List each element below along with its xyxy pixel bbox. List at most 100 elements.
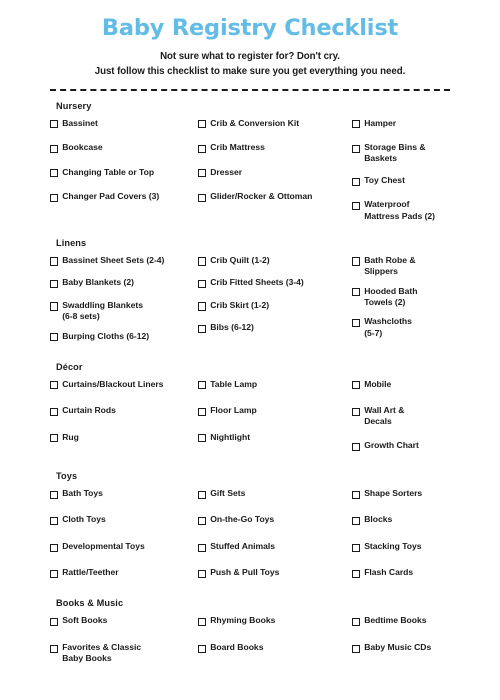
checklist-item[interactable]: Bath Toys — [50, 488, 198, 502]
checkbox-icon[interactable] — [198, 434, 207, 443]
checkbox-icon[interactable] — [198, 490, 207, 499]
checklist-item[interactable]: Gift Sets — [198, 488, 352, 502]
checklist-item[interactable]: Table Lamp — [198, 379, 352, 393]
checklist-item[interactable]: Curtains/Blackout Liners — [50, 379, 198, 393]
checklist-item[interactable]: Glider/Rocker & Ottoman — [198, 191, 352, 205]
checklist-item[interactable]: Growth Chart — [352, 440, 450, 454]
checkbox-icon[interactable] — [198, 279, 207, 289]
checklist-item[interactable]: Mobile — [352, 379, 450, 393]
checkbox-icon[interactable] — [198, 324, 207, 334]
checklist-item[interactable]: Storage Bins & Baskets — [352, 142, 450, 164]
checklist-item[interactable]: Rug — [50, 432, 198, 446]
checkbox-icon[interactable] — [50, 570, 59, 579]
checklist-item[interactable]: Hooded Bath Towels (2) — [352, 286, 450, 308]
checklist-item[interactable]: Changing Table or Top — [50, 167, 198, 181]
checkbox-icon[interactable] — [352, 618, 361, 627]
checkbox-icon[interactable] — [198, 570, 207, 579]
checklist-item[interactable]: Flash Cards — [352, 567, 450, 581]
checklist-item[interactable]: Blocks — [352, 514, 450, 528]
checklist-item[interactable]: Bath Robe & Slippers — [352, 255, 450, 277]
checklist-item[interactable]: Crib & Conversion Kit — [198, 118, 352, 132]
checklist-item[interactable]: Burping Cloths (6-12) — [50, 331, 198, 345]
checkbox-icon[interactable] — [50, 490, 59, 499]
checkbox-icon[interactable] — [50, 279, 59, 289]
checkbox-icon[interactable] — [352, 490, 361, 499]
checkbox-icon[interactable] — [352, 570, 361, 579]
checkbox-icon[interactable] — [198, 302, 207, 311]
checklist-item[interactable]: Washcloths (5-7) — [352, 316, 450, 338]
checklist-item[interactable]: Shape Sorters — [352, 488, 450, 502]
checkbox-icon[interactable] — [198, 644, 207, 653]
checkbox-icon[interactable] — [352, 319, 361, 328]
checkbox-icon[interactable] — [50, 120, 59, 129]
checklist-item[interactable]: Push & Pull Toys — [198, 567, 352, 581]
checkbox-icon[interactable] — [50, 517, 59, 526]
checkbox-icon[interactable] — [198, 543, 207, 552]
checkbox-icon[interactable] — [50, 434, 59, 443]
checklist-item[interactable]: Developmental Toys — [50, 541, 198, 555]
checklist-item[interactable]: Nightlight — [198, 432, 352, 446]
checkbox-icon[interactable] — [198, 144, 207, 153]
checkbox-icon[interactable] — [50, 381, 59, 390]
checkbox-icon[interactable] — [198, 407, 207, 416]
checkbox-icon[interactable] — [352, 257, 361, 266]
checklist-item[interactable]: Wall Art & Decals — [352, 405, 450, 427]
checkbox-icon[interactable] — [50, 407, 59, 416]
checkbox-icon[interactable] — [352, 517, 361, 526]
checkbox-icon[interactable] — [50, 302, 59, 311]
checklist-item[interactable]: Rattle/Teether — [50, 567, 198, 581]
checklist-item[interactable]: Stuffed Animals — [198, 541, 352, 555]
checklist-item[interactable]: Crib Quilt (1-2) — [198, 255, 352, 269]
checklist-item[interactable]: Toy Chest — [352, 175, 450, 189]
checkbox-icon[interactable] — [352, 407, 361, 416]
checklist-item[interactable]: Floor Lamp — [198, 405, 352, 419]
checklist-item[interactable]: Favorites & Classic Baby Books — [50, 642, 198, 664]
checkbox-icon[interactable] — [352, 202, 361, 211]
checklist-item[interactable]: Bassinet Sheet Sets (2-4) — [50, 255, 198, 269]
checklist-item[interactable]: Bassinet — [50, 118, 198, 132]
checklist-item[interactable]: Stacking Toys — [352, 541, 450, 555]
checkbox-icon[interactable] — [198, 193, 207, 202]
checklist-item[interactable]: Bibs (6-12) — [198, 322, 352, 336]
checklist-item[interactable]: Hamper — [352, 118, 450, 132]
checklist-item[interactable]: Crib Fitted Sheets (3-4) — [198, 277, 352, 291]
checklist-item[interactable]: Rhyming Books — [198, 615, 352, 629]
checkbox-icon[interactable] — [352, 644, 361, 653]
checkbox-icon[interactable] — [198, 169, 207, 178]
checklist-item[interactable]: Baby Music CDs — [352, 642, 450, 656]
checkbox-icon[interactable] — [50, 543, 59, 552]
checkbox-icon[interactable] — [352, 288, 361, 297]
checklist-item[interactable]: Waterproof Mattress Pads (2) — [352, 199, 450, 221]
checkbox-icon[interactable] — [352, 120, 361, 129]
checkbox-icon[interactable] — [352, 177, 361, 186]
checklist-item[interactable]: Curtain Rods — [50, 405, 198, 419]
checklist-item[interactable]: Crib Skirt (1-2) — [198, 300, 352, 314]
checkbox-icon[interactable] — [198, 618, 207, 627]
checklist-item[interactable]: On-the-Go Toys — [198, 514, 352, 528]
checkbox-icon[interactable] — [50, 193, 59, 202]
checklist-item[interactable]: Crib Mattress — [198, 142, 352, 156]
checkbox-icon[interactable] — [50, 144, 59, 153]
checkbox-icon[interactable] — [50, 618, 59, 627]
checklist-item[interactable]: Dresser — [198, 167, 352, 181]
checklist-item[interactable]: Swaddling Blankets (6-8 sets) — [50, 300, 198, 322]
checklist-item[interactable]: Board Books — [198, 642, 352, 656]
checkbox-icon[interactable] — [352, 381, 361, 390]
checklist-item[interactable]: Soft Books — [50, 615, 198, 629]
checkbox-icon[interactable] — [198, 517, 207, 526]
checklist-item[interactable]: Baby Blankets (2) — [50, 277, 198, 291]
checkbox-icon[interactable] — [198, 257, 207, 266]
checkbox-icon[interactable] — [198, 120, 207, 129]
checklist-item[interactable]: Bedtime Books — [352, 615, 450, 629]
checkbox-icon[interactable] — [352, 442, 361, 451]
checkbox-icon[interactable] — [50, 169, 59, 178]
checklist-item[interactable]: Cloth Toys — [50, 514, 198, 528]
checkbox-icon[interactable] — [50, 257, 59, 266]
checkbox-icon[interactable] — [50, 644, 59, 653]
checkbox-icon[interactable] — [352, 144, 361, 153]
checkbox-icon[interactable] — [50, 333, 59, 342]
checkbox-icon[interactable] — [198, 381, 207, 390]
checklist-item[interactable]: Bookcase — [50, 142, 198, 156]
checkbox-icon[interactable] — [352, 543, 361, 552]
checklist-item[interactable]: Changer Pad Covers (3) — [50, 191, 198, 205]
